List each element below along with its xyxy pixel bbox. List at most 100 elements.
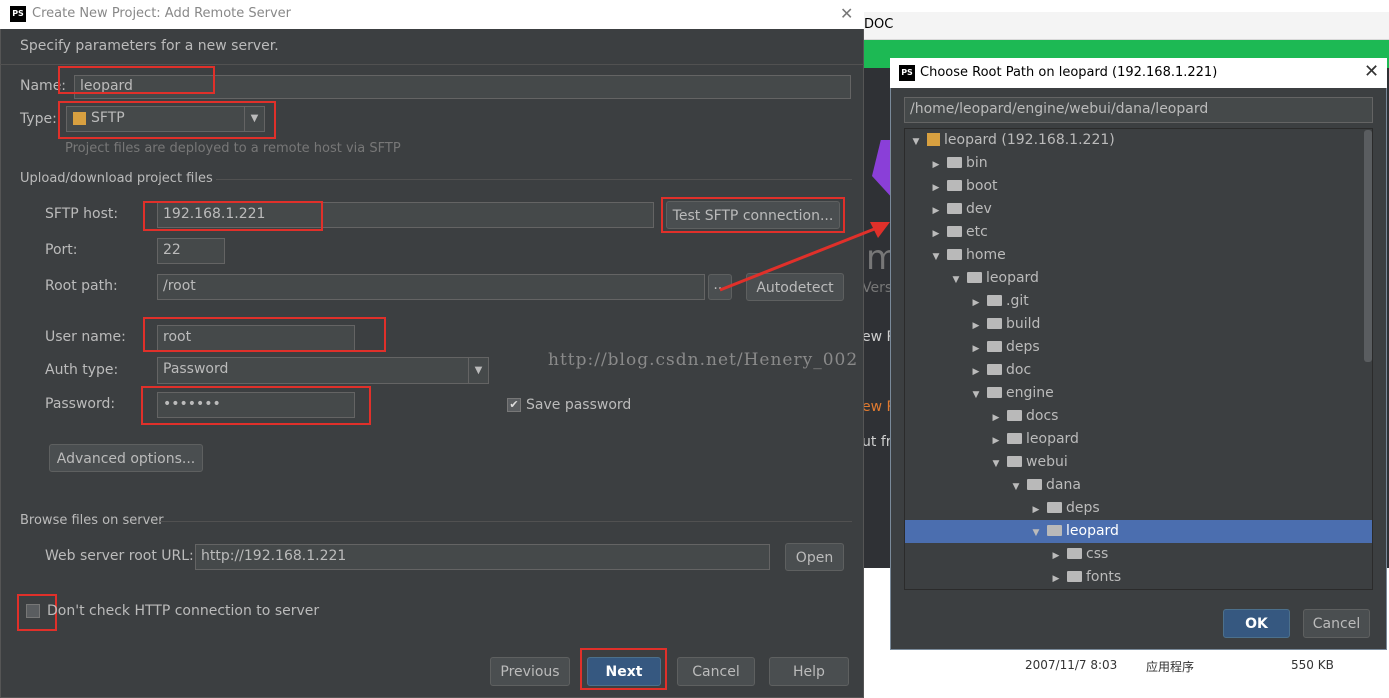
tree-node[interactable]: ▶ leopard — [905, 428, 1372, 451]
close-icon[interactable]: ✕ — [840, 4, 853, 23]
type-label: Type: — [20, 111, 57, 127]
folder-icon — [987, 318, 1002, 329]
expand-right-icon[interactable]: ▶ — [1029, 499, 1043, 522]
tree-node[interactable]: ▼ dana — [905, 474, 1372, 497]
highlight-box — [58, 101, 276, 139]
tree-node-label: build — [1006, 316, 1041, 332]
folder-icon — [987, 364, 1002, 375]
tree-node[interactable]: ▼ webui — [905, 451, 1372, 474]
folder-icon — [1067, 571, 1082, 582]
expand-down-icon[interactable]: ▼ — [969, 384, 983, 407]
help-button[interactable]: Help — [769, 657, 849, 686]
folder-icon — [1047, 525, 1062, 536]
sftp-host-label: SFTP host: — [45, 206, 119, 222]
tree-node-label: leopard — [1026, 431, 1079, 447]
tree-node-label: leopard — [1066, 523, 1119, 539]
folder-icon — [1027, 479, 1042, 490]
expand-right-icon[interactable]: ▶ — [929, 154, 943, 177]
auth-type-select[interactable]: Password ▼ — [157, 357, 489, 384]
ok-button[interactable]: OK — [1223, 609, 1290, 638]
cancel-button[interactable]: Cancel — [677, 657, 755, 686]
expand-right-icon[interactable]: ▶ — [929, 177, 943, 200]
highlight-box — [143, 201, 323, 231]
chevron-down-icon: ▼ — [468, 358, 488, 383]
divider — [216, 179, 852, 180]
tree-node[interactable]: ▼ home — [905, 244, 1372, 267]
chooser-path-field[interactable]: /home/leopard/engine/webui/dana/leopard — [904, 97, 1373, 123]
tree-node[interactable]: ▶ .git — [905, 290, 1372, 313]
tree-node-label: deps — [1066, 500, 1100, 516]
expand-right-icon[interactable]: ▶ — [969, 338, 983, 361]
chooser-title: Choose Root Path on leopard (192.168.1.2… — [890, 58, 1387, 88]
expand-right-icon[interactable]: ▶ — [929, 200, 943, 223]
dialog-title: Create New Project: Add Remote Server — [0, 0, 864, 29]
watermark: http://blog.csdn.net/Henery_002 — [548, 350, 859, 370]
chooser-cancel-button[interactable]: Cancel — [1303, 609, 1370, 638]
tree-node[interactable]: ▶ css — [905, 543, 1372, 566]
folder-icon — [1047, 502, 1062, 513]
browse-section-title: Browse files on server — [20, 513, 164, 528]
web-server-url-field[interactable]: http://192.168.1.221 — [195, 544, 770, 570]
expand-right-icon[interactable]: ▶ — [989, 430, 1003, 453]
advanced-options-button[interactable]: Advanced options... — [49, 444, 203, 472]
root-path-field[interactable]: /root — [157, 274, 705, 300]
tree-node[interactable]: ▶ deps — [905, 497, 1372, 520]
expand-right-icon[interactable]: ▶ — [1049, 568, 1063, 589]
previous-button[interactable]: Previous — [490, 657, 570, 686]
expand-right-icon[interactable]: ▶ — [1049, 545, 1063, 568]
tree-node-label: webui — [1026, 454, 1068, 470]
tree-node[interactable]: ▼ engine — [905, 382, 1372, 405]
save-password-checkbox[interactable]: ✔ — [507, 398, 521, 412]
expand-right-icon[interactable]: ▶ — [969, 361, 983, 384]
folder-icon — [947, 180, 962, 191]
tree-node-label: home — [966, 247, 1006, 263]
tree-node[interactable]: ▶ bin — [905, 152, 1372, 175]
tree-node[interactable]: ▶ doc — [905, 359, 1372, 382]
background-title: DOC — [860, 12, 1389, 40]
folder-icon — [1007, 410, 1022, 421]
expand-right-icon[interactable]: ▶ — [969, 315, 983, 338]
tree-scrollbar[interactable] — [1364, 130, 1372, 362]
port-field[interactable]: 22 — [157, 238, 225, 264]
divider — [160, 521, 852, 522]
tree-node[interactable]: ▶ fonts — [905, 566, 1372, 589]
root-path-label: Root path: — [45, 278, 118, 294]
expand-right-icon[interactable]: ▶ — [989, 407, 1003, 430]
file-size: 550 KB — [1291, 658, 1334, 672]
expand-down-icon[interactable]: ▼ — [929, 246, 943, 269]
file-kind: 应用程序 — [1146, 660, 1195, 674]
tree-node[interactable]: ▶ etc — [905, 221, 1372, 244]
annotation-arrow — [719, 222, 890, 292]
folder-icon — [967, 272, 982, 283]
tree-node[interactable]: ▶ build — [905, 313, 1372, 336]
expand-down-icon[interactable]: ▼ — [909, 131, 923, 154]
tree-node[interactable]: ▶ deps — [905, 336, 1372, 359]
expand-down-icon[interactable]: ▼ — [1029, 522, 1043, 545]
close-icon[interactable]: ✕ — [1364, 61, 1379, 82]
tree-node[interactable]: ▶ docs — [905, 405, 1372, 428]
dialog-header: Specify parameters for a new server. — [20, 38, 279, 54]
file-date: 2007/11/7 8:03 — [1025, 658, 1118, 672]
folder-icon — [947, 157, 962, 168]
expand-right-icon[interactable]: ▶ — [929, 223, 943, 246]
expand-down-icon[interactable]: ▼ — [989, 453, 1003, 476]
folder-icon — [987, 387, 1002, 398]
tree-node[interactable]: ▼ leopard — [905, 520, 1372, 543]
tree-node[interactable]: ▼ leopard — [905, 267, 1372, 290]
tree-node-label: doc — [1006, 362, 1032, 378]
expand-down-icon[interactable]: ▼ — [949, 269, 963, 292]
open-button[interactable]: Open — [785, 543, 844, 571]
highlight-box — [143, 317, 386, 352]
tree-node[interactable]: ▶ boot — [905, 175, 1372, 198]
tree-node[interactable]: ▼ leopard (192.168.1.221) — [905, 129, 1372, 152]
upload-section-title: Upload/download project files — [20, 171, 213, 186]
folder-icon — [1007, 433, 1022, 444]
expand-right-icon[interactable]: ▶ — [969, 292, 983, 315]
port-label: Port: — [45, 242, 78, 258]
tree-node-label: css — [1086, 546, 1109, 562]
folder-tree[interactable]: ▼ leopard (192.168.1.221) ▶ bin ▶ boot ▶ dev ▶ et… — [904, 128, 1373, 590]
tree-node-label: boot — [966, 178, 998, 194]
tree-node[interactable]: ▶ dev — [905, 198, 1372, 221]
tree-node-label: deps — [1006, 339, 1040, 355]
expand-down-icon[interactable]: ▼ — [1009, 476, 1023, 499]
